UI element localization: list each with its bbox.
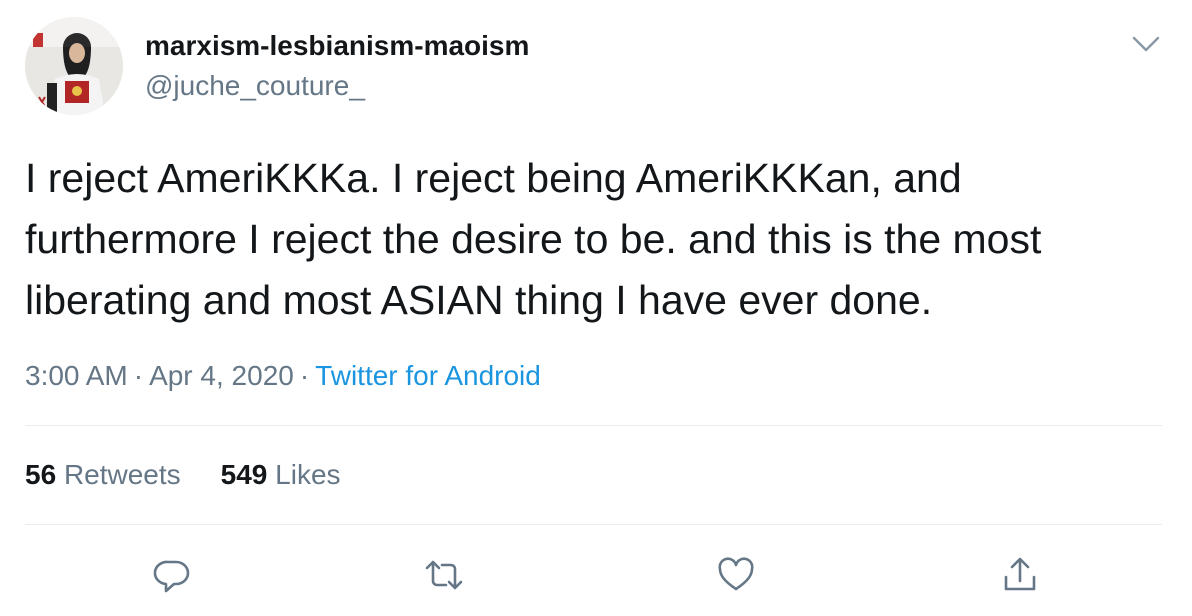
- tweet-card: marxism-lesbianism-maoism @juche_couture…: [0, 0, 1192, 616]
- divider: [25, 524, 1162, 525]
- share-icon[interactable]: [998, 553, 1042, 597]
- tweet-stats: 56 Retweets 549 Likes: [25, 457, 341, 493]
- tweet-text: I reject AmeriKKKa. I reject being Ameri…: [25, 155, 1042, 323]
- retweet-icon[interactable]: [422, 553, 466, 597]
- retweets-count: 56: [25, 459, 57, 490]
- likes-stat[interactable]: 549 Likes: [221, 457, 341, 493]
- tweet-date[interactable]: Apr 4, 2020: [149, 360, 294, 391]
- tweet-time[interactable]: 3:00 AM: [25, 360, 128, 391]
- reply-icon[interactable]: [150, 553, 194, 597]
- avatar-image: [25, 17, 123, 115]
- display-name[interactable]: marxism-lesbianism-maoism: [145, 28, 529, 64]
- more-options-chevron-down-icon[interactable]: [1126, 28, 1166, 62]
- divider: [25, 425, 1162, 426]
- retweets-label: Retweets: [63, 459, 181, 490]
- meta-separator: ·: [133, 360, 144, 391]
- meta-separator: ·: [299, 360, 310, 391]
- retweets-stat[interactable]: 56 Retweets: [25, 457, 181, 493]
- tweet-meta: 3:00 AM · Apr 4, 2020 · Twitter for Android: [25, 358, 541, 394]
- likes-label: Likes: [275, 459, 341, 490]
- likes-count: 549: [220, 459, 268, 490]
- user-avatar[interactable]: [25, 17, 123, 115]
- tweet-source-link[interactable]: Twitter for Android: [315, 360, 541, 391]
- like-heart-icon[interactable]: [714, 553, 758, 597]
- user-handle[interactable]: @juche_couture_: [145, 68, 365, 104]
